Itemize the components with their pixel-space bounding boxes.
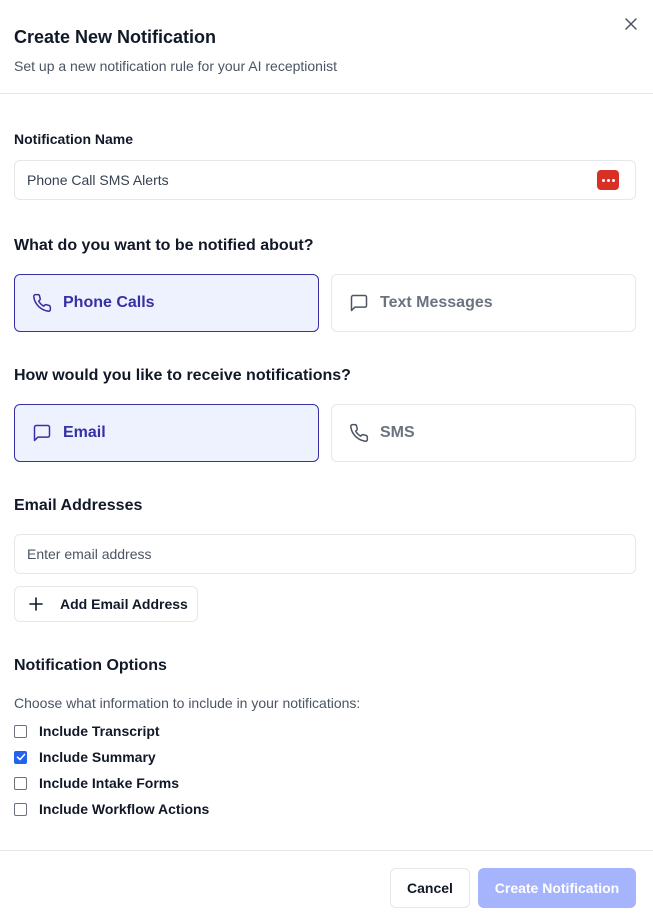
phone-icon xyxy=(32,293,52,313)
message-icon xyxy=(32,423,52,443)
close-button[interactable] xyxy=(621,14,641,34)
include-workflow-actions-label: Include Workflow Actions xyxy=(39,801,210,817)
email-address-placeholder: Enter email address xyxy=(27,546,152,562)
notification-options-heading: Notification Options xyxy=(14,657,167,674)
channel-heading: How would you like to receive notificati… xyxy=(14,367,351,384)
channel-options: Email SMS xyxy=(14,404,639,462)
include-intake-forms-label: Include Intake Forms xyxy=(39,775,180,791)
option-phone-calls-label: Phone Calls xyxy=(63,294,155,311)
event-type-options: Phone Calls Text Messages xyxy=(14,274,639,332)
dialog-header: Create New Notification Set up a new not… xyxy=(0,0,653,94)
include-summary-label: Include Summary xyxy=(39,749,156,765)
add-email-address-label: Add Email Address xyxy=(60,596,188,612)
option-sms[interactable]: SMS xyxy=(331,404,636,462)
event-type-heading: What do you want to be notified about? xyxy=(14,237,314,254)
notification-name-label: Notification Name xyxy=(14,131,134,147)
notification-name-input[interactable]: Phone Call SMS Alerts xyxy=(14,160,636,200)
add-email-address-button[interactable]: Add Email Address xyxy=(14,586,198,622)
dialog-subtitle: Set up a new notification rule for your … xyxy=(14,58,337,74)
notification-options-list: Include Transcript Include Summary Inclu… xyxy=(14,718,639,822)
option-text-messages-label: Text Messages xyxy=(380,294,493,311)
phone-icon xyxy=(349,423,369,443)
notification-name-value: Phone Call SMS Alerts xyxy=(27,172,169,188)
include-intake-forms-checkbox[interactable] xyxy=(14,776,27,790)
close-icon xyxy=(625,18,637,30)
dialog-body: Notification Name Phone Call SMS Alerts … xyxy=(0,130,653,822)
dialog-footer: Cancel Create Notification xyxy=(0,850,653,916)
message-icon xyxy=(349,293,369,313)
option-text-messages[interactable]: Text Messages xyxy=(331,274,636,332)
notification-options-description: Choose what information to include in yo… xyxy=(14,695,361,711)
create-notification-button[interactable]: Create Notification xyxy=(478,868,636,908)
email-address-input[interactable]: Enter email address xyxy=(14,534,636,574)
include-transcript-label: Include Transcript xyxy=(39,723,160,739)
include-transcript-checkbox[interactable] xyxy=(14,724,27,738)
option-include-workflow-actions[interactable]: Include Workflow Actions xyxy=(14,796,639,822)
option-include-transcript[interactable]: Include Transcript xyxy=(14,718,639,744)
plus-icon xyxy=(29,597,43,611)
option-include-summary[interactable]: Include Summary xyxy=(14,744,639,770)
include-workflow-actions-checkbox[interactable] xyxy=(14,802,27,816)
option-include-intake-forms[interactable]: Include Intake Forms xyxy=(14,770,639,796)
dialog-title: Create New Notification xyxy=(14,27,217,47)
option-email[interactable]: Email xyxy=(14,404,319,462)
option-sms-label: SMS xyxy=(380,424,415,441)
password-manager-icon[interactable] xyxy=(597,170,619,190)
include-summary-checkbox[interactable] xyxy=(14,750,27,764)
cancel-button[interactable]: Cancel xyxy=(390,868,470,908)
checkmark-icon xyxy=(16,753,25,761)
option-email-label: Email xyxy=(63,424,106,441)
option-phone-calls[interactable]: Phone Calls xyxy=(14,274,319,332)
email-addresses-heading: Email Addresses xyxy=(14,497,143,514)
